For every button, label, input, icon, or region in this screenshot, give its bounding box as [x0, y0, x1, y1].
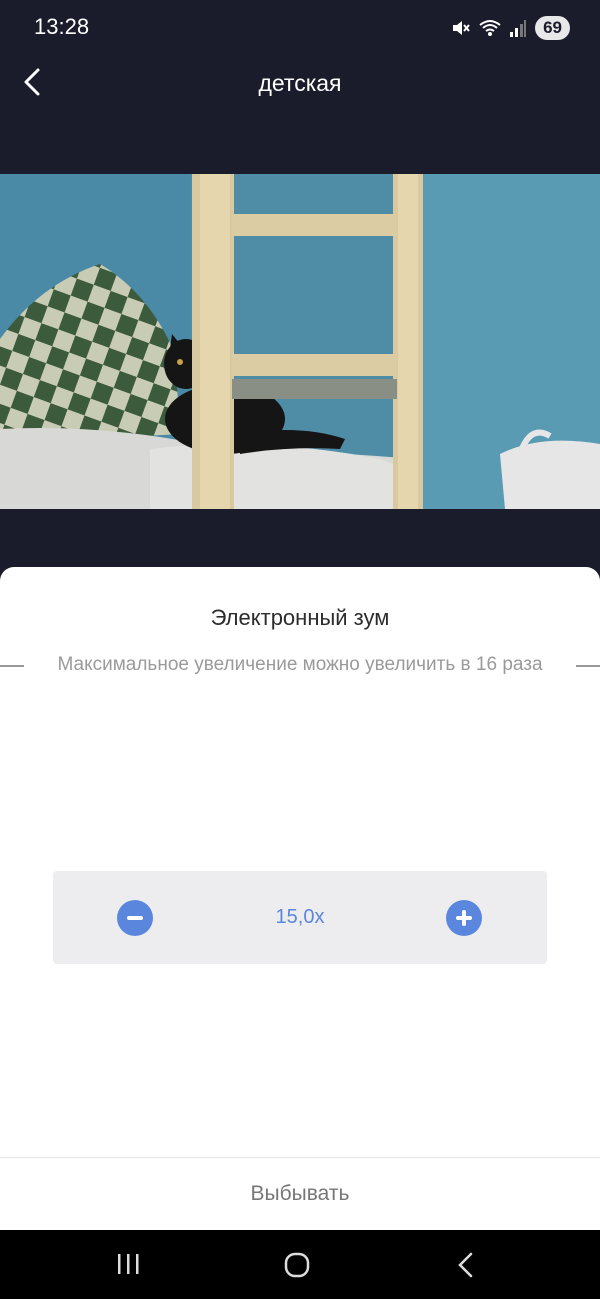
nav-back-button[interactable]	[446, 1250, 486, 1280]
hint-text: Максимальное увеличение можно увеличить …	[57, 654, 543, 675]
dismiss-button[interactable]: Выбывать	[0, 1158, 600, 1230]
hint-divider-right	[576, 665, 600, 667]
status-time: 13:28	[34, 14, 90, 39]
mute-icon	[453, 21, 470, 35]
zoom-increase-button[interactable]	[446, 900, 482, 936]
recent-apps-button[interactable]	[108, 1250, 148, 1280]
sheet-title: Электронный зум	[210, 605, 390, 630]
status-icons: 69	[451, 14, 570, 42]
signal-icon	[510, 20, 527, 37]
home-button[interactable]	[277, 1250, 317, 1280]
zoom-sheet: Электронный зум Максимальное увеличение …	[0, 567, 600, 1230]
recent-apps-icon	[118, 1254, 139, 1274]
battery-indicator: 69	[535, 16, 570, 40]
camera-image	[0, 174, 600, 509]
back-icon	[458, 1252, 473, 1278]
header: детская	[0, 56, 600, 116]
home-icon	[284, 1252, 310, 1278]
camera-feed[interactable]	[0, 174, 600, 509]
zoom-stepper: 15,0x	[53, 871, 547, 964]
page-title: детская	[258, 70, 342, 96]
navigation-bar	[0, 1230, 600, 1299]
status-bar: 13:28 69	[0, 0, 600, 56]
zoom-hint: Максимальное увеличение можно увеличить …	[0, 654, 600, 678]
wifi-icon	[479, 20, 501, 36]
